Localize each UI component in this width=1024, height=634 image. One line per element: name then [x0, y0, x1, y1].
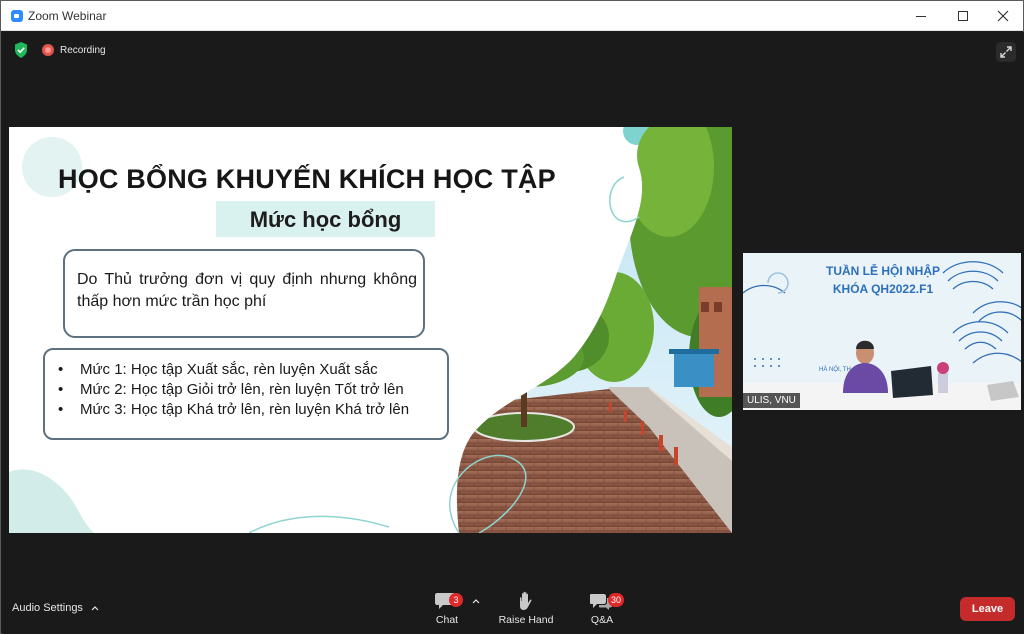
participant-name: ULIS, VNU: [743, 393, 800, 408]
backdrop-line1: TUẦN LỄ HỘI NHẬP: [826, 263, 940, 278]
chat-badge: 3: [449, 593, 463, 607]
title-bar: Zoom Webinar: [1, 1, 1023, 31]
chat-button[interactable]: 3 Chat: [427, 590, 480, 630]
slide-levels-box: Mức 1: Học tập Xuất sắc, rèn luyện Xuất …: [43, 348, 449, 440]
window-title: Zoom Webinar: [28, 9, 107, 23]
slide-subtitle-box: Mức học bổng: [216, 201, 435, 237]
minimize-icon: [916, 16, 926, 17]
qa-badge: 30: [608, 593, 625, 607]
audio-settings-label: Audio Settings: [12, 602, 83, 614]
chevron-up-icon: [91, 606, 99, 611]
list-item: Mức 2: Học tập Giỏi trở lên, rèn luyện T…: [58, 380, 409, 400]
shared-slide: HỌC BỔNG KHUYẾN KHÍCH HỌC TẬP Mức học bổ…: [9, 127, 732, 533]
close-icon: [997, 10, 1009, 22]
meeting-toolbar: Audio Settings 3 Chat Raise Hand 30 Q&A …: [2, 582, 1024, 634]
audio-settings-button[interactable]: Audio Settings: [12, 602, 99, 614]
qa-label: Q&A: [590, 614, 614, 626]
maximize-icon: [958, 11, 968, 21]
chevron-up-icon: [472, 599, 480, 604]
shield-check-icon[interactable]: [14, 42, 28, 58]
leave-button[interactable]: Leave: [960, 597, 1015, 621]
recording-label: Recording: [60, 44, 106, 56]
recording-icon: [42, 44, 54, 56]
recording-indicator[interactable]: Recording: [42, 42, 106, 58]
slide-note-box: Do Thủ trưởng đơn vị quy định nhưng khôn…: [63, 249, 425, 338]
speaker-video-tile[interactable]: TUẦN LỄ HỘI NHẬP KHÓA QH2022.F1 HÀ NỘI, …: [743, 253, 1021, 410]
zoom-window: Zoom Webinar Recording HỌC BỔNG KHUYẾN K…: [0, 0, 1024, 634]
zoom-app-icon: [11, 10, 23, 22]
minimize-button[interactable]: [901, 1, 941, 31]
raise-hand-icon: [520, 591, 532, 610]
backdrop-line2: KHÓA QH2022.F1: [833, 281, 934, 296]
list-item: Mức 3: Học tập Khá trở lên, rèn luyện Kh…: [58, 400, 409, 420]
qa-button[interactable]: 30 Q&A: [582, 590, 625, 630]
raise-hand-label: Raise Hand: [498, 614, 554, 626]
fullscreen-icon[interactable]: [996, 42, 1016, 62]
slide-note-text: Do Thủ trưởng đơn vị quy định nhưng khôn…: [77, 271, 417, 310]
close-button[interactable]: [983, 1, 1023, 31]
meeting-stage: Recording HỌC BỔNG KHUYẾN KHÍCH HỌC TẬP …: [2, 32, 1024, 634]
chat-label: Chat: [435, 614, 459, 626]
list-item: Mức 1: Học tập Xuất sắc, rèn luyện Xuất …: [58, 360, 409, 380]
slide-subtitle: Mức học bổng: [249, 207, 402, 232]
speaker-video-frame: TUẦN LỄ HỘI NHẬP KHÓA QH2022.F1 HÀ NỘI, …: [743, 253, 1021, 410]
raise-hand-button[interactable]: Raise Hand: [496, 590, 556, 630]
slide-title: HỌC BỔNG KHUYẾN KHÍCH HỌC TẬP: [58, 164, 556, 194]
maximize-button[interactable]: [943, 1, 983, 31]
slide-levels-list: Mức 1: Học tập Xuất sắc, rèn luyện Xuất …: [58, 360, 409, 420]
backdrop-small-text: HÀ NỘI, TH: [819, 366, 851, 373]
